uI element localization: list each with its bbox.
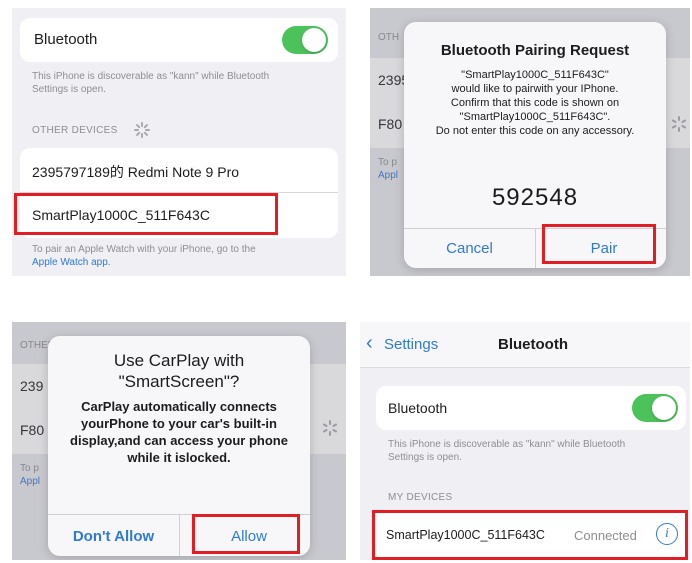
nav-bar: ‹ Settings Bluetooth	[360, 322, 690, 368]
section-header-other-devices: OTHER DEVICES	[32, 125, 118, 136]
panel-bluetooth-other-devices: Bluetooth This iPhone is discoverable as…	[12, 8, 346, 276]
bluetooth-label: Bluetooth	[388, 400, 448, 416]
back-button[interactable]: Settings	[384, 336, 438, 353]
panel-carplay-prompt: OTHER DEVICES 239 F80 To p Appl Use CarP…	[12, 322, 346, 560]
bluetooth-toggle-row: Bluetooth	[376, 386, 686, 430]
bluetooth-label: Bluetooth	[34, 31, 98, 48]
highlight-connected-device	[372, 510, 688, 560]
dialog-message: "SmartPlay1000C_511F643C" would like to …	[435, 69, 635, 137]
highlight-smartplay-device	[14, 193, 278, 235]
section-header-my-devices: MY DEVICES	[388, 492, 453, 503]
dialog-button-divider	[179, 514, 180, 556]
panel-bluetooth-connected: ‹ Settings Bluetooth Bluetooth This iPho…	[360, 322, 690, 560]
apple-watch-app-link[interactable]: Apple Watch app.	[32, 256, 342, 269]
highlight-pair-button	[542, 224, 656, 264]
dont-allow-button[interactable]: Don't Allow	[48, 528, 179, 545]
bluetooth-toggle[interactable]	[282, 26, 328, 54]
loading-spinner-icon	[134, 122, 150, 138]
bluetooth-toggle-row: Bluetooth	[20, 18, 338, 62]
cancel-button[interactable]: Cancel	[404, 240, 535, 257]
chevron-left-icon[interactable]: ‹	[366, 332, 373, 355]
highlight-allow-button	[192, 514, 300, 554]
pairing-code: 592548	[491, 184, 579, 211]
dialog-title: Bluetooth Pairing Request	[440, 42, 630, 59]
discoverable-text: This iPhone is discoverable as "kann" wh…	[388, 439, 626, 463]
dialog-button-divider	[535, 228, 536, 268]
device-row-redmi[interactable]: 2395797189的 Redmi Note 9 Pro	[20, 148, 338, 193]
panel-pairing-request: OTH 2395 F80 To p Appl Bluetooth Pairing…	[370, 8, 690, 276]
bluetooth-toggle[interactable]	[632, 394, 678, 422]
dialog-message: CarPlay automatically connects yourPhone…	[70, 399, 288, 465]
device-name: 2395797189的 Redmi Note 9 Pro	[32, 164, 240, 180]
dialog-title: Use CarPlay with "SmartScreen"?	[113, 351, 245, 391]
nav-title: Bluetooth	[498, 336, 568, 353]
apple-watch-footer: To pair an Apple Watch with your iPhone,…	[32, 243, 342, 269]
discoverable-text: This iPhone is discoverable as "kann" wh…	[32, 71, 270, 95]
